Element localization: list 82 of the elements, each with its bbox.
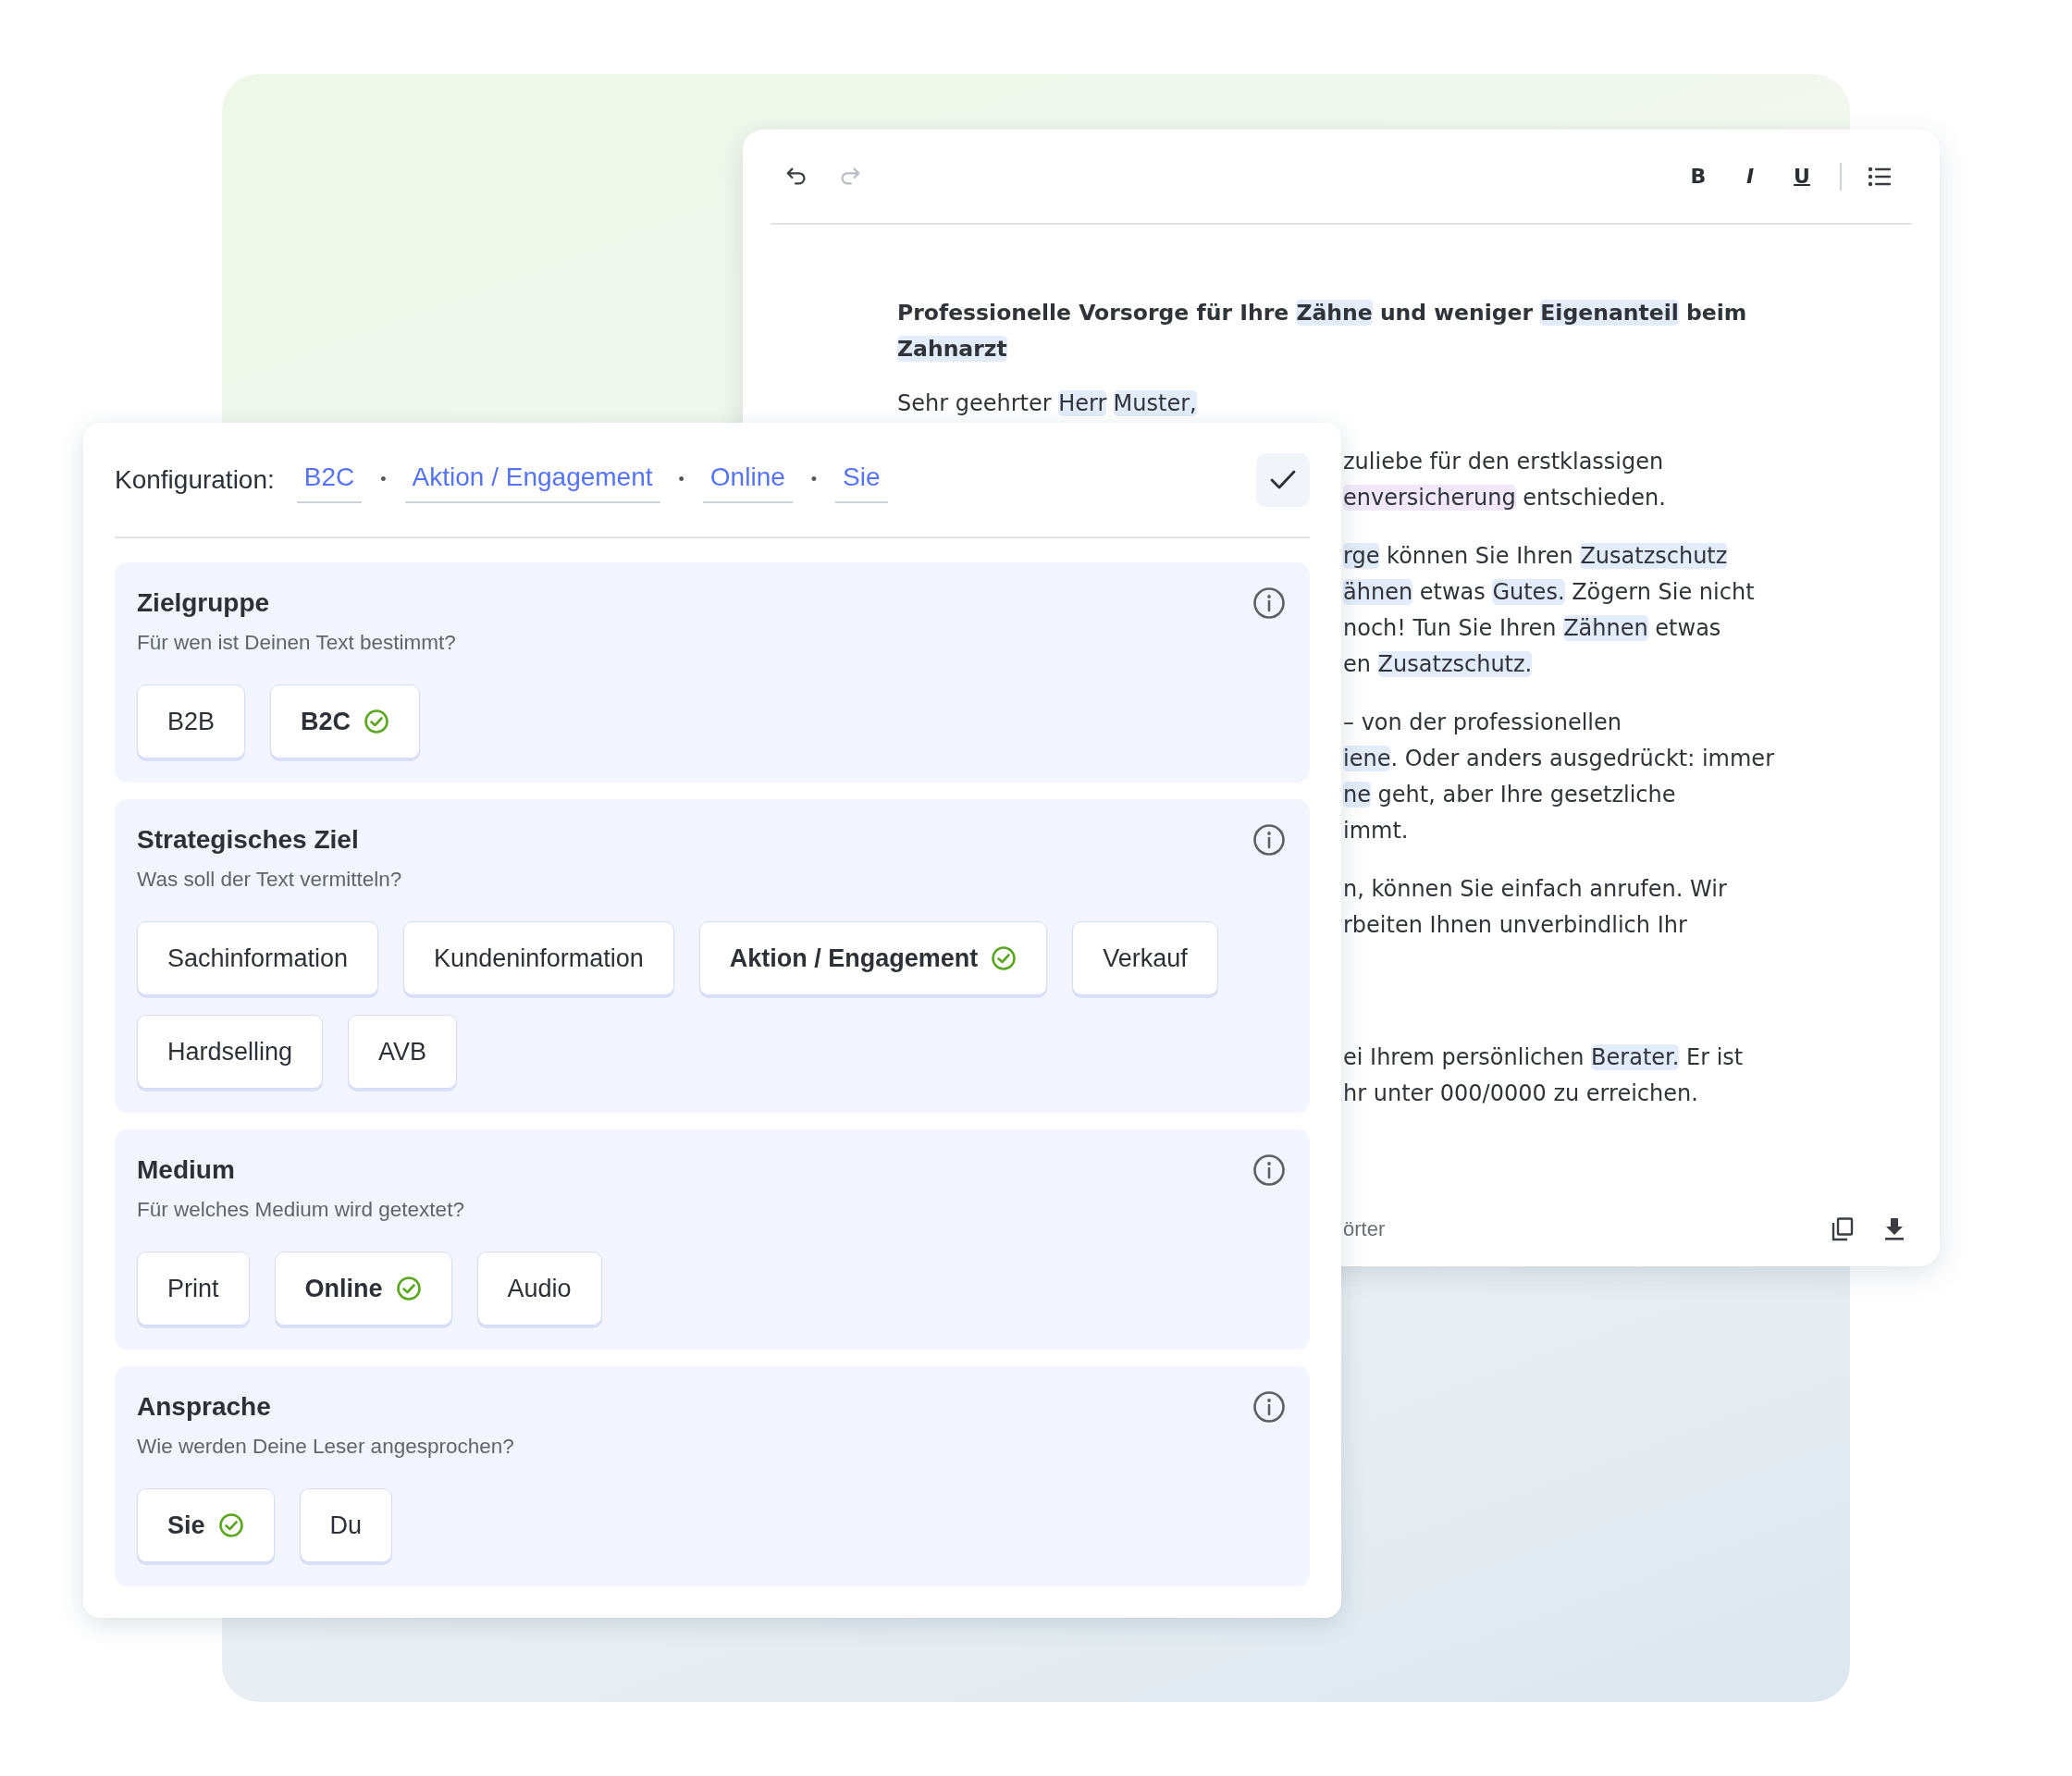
check-circle-icon — [991, 945, 1018, 971]
highlighted-word: ne — [1343, 782, 1371, 808]
highlighted-word: Muster, — [1113, 390, 1197, 416]
editor-text: beim — [1684, 300, 1747, 326]
summary-link[interactable]: Aktion / Engagement — [404, 456, 660, 503]
highlighted-word: Zusatzschutz. — [1377, 651, 1533, 677]
highlighted-word: Berater. — [1591, 1044, 1680, 1070]
check-circle-icon — [217, 1512, 244, 1538]
info-icon[interactable] — [1252, 586, 1286, 620]
info-icon[interactable] — [1252, 1390, 1286, 1424]
editor-text: etwas — [1418, 579, 1486, 605]
editor-text: geht, aber Ihre gesetzliche — [1376, 782, 1676, 808]
highlighted-word: ähnen — [1343, 579, 1413, 605]
option-button[interactable]: Verkauf — [1072, 921, 1218, 995]
highlighted-word: Zähnen — [1563, 615, 1648, 641]
summary-link[interactable]: Sie — [835, 456, 888, 503]
section-title: Strategisches Ziel — [137, 824, 359, 856]
underline-button[interactable]: U — [1788, 162, 1816, 191]
editor-text: noch! Tun Sie Ihren — [1343, 615, 1558, 641]
italic-button[interactable]: I — [1736, 162, 1764, 191]
highlighted-word: iene — [1343, 746, 1391, 771]
option-button[interactable]: Du — [299, 1488, 393, 1562]
section-question: Wie werden Deine Leser angesprochen? — [137, 1434, 514, 1460]
highlighted-word: Gutes. — [1492, 579, 1565, 605]
editor-text: hr unter 000/0000 zu erreichen. — [1343, 1080, 1698, 1106]
editor-text: en — [1343, 651, 1372, 677]
option-button[interactable]: B2C — [270, 684, 421, 758]
option-button[interactable]: Audio — [476, 1252, 602, 1326]
editor-text: Zögern Sie nicht — [1571, 579, 1755, 605]
section-title: Ansprache — [137, 1391, 271, 1423]
list-icon — [1868, 166, 1892, 187]
editor-text: immt. — [1343, 818, 1409, 844]
check-circle-icon — [364, 709, 390, 734]
separator-dot: • — [380, 470, 387, 489]
option-button[interactable]: Aktion / Engagement — [698, 921, 1048, 995]
editor-text: rbeiten Ihnen unverbindlich Ihr — [1343, 912, 1687, 938]
editor-text: zuliebe für den erstklassigen — [1343, 449, 1664, 475]
editor-text: Sehr geehrter — [897, 390, 1053, 416]
option-button[interactable]: Kundeninformation — [403, 921, 674, 995]
highlighted-word: Herr — [1058, 390, 1107, 416]
confirm-button[interactable] — [1256, 452, 1310, 507]
separator-dot: • — [810, 470, 818, 489]
highlighted-word: enversicherung — [1343, 485, 1516, 511]
configuration-label: Konfiguration: — [115, 464, 275, 495]
editor-text: – von der professionellen — [1343, 709, 1622, 735]
highlighted-word: Eigenanteil — [1540, 300, 1679, 326]
word-count: örter — [1343, 1217, 1386, 1241]
download-icon — [1884, 1217, 1905, 1241]
option-button[interactable]: AVB — [348, 1015, 458, 1089]
section-title: Medium — [137, 1154, 235, 1186]
editor-text: und weniger — [1378, 300, 1535, 326]
option-button[interactable]: Sachinformation — [137, 921, 379, 995]
option-button[interactable]: B2B — [137, 684, 246, 758]
editor-text: Er ist — [1685, 1044, 1744, 1070]
highlighted-word: Zahnarzt — [897, 336, 1007, 362]
editor-text: Professionelle Vorsorge für Ihre — [897, 300, 1290, 326]
editor-text: etwas — [1654, 615, 1721, 641]
check-circle-icon — [395, 1276, 422, 1301]
info-icon[interactable] — [1252, 1153, 1286, 1187]
option-button[interactable]: Online — [274, 1252, 452, 1326]
section-title: Zielgruppe — [137, 587, 270, 619]
highlighted-word: Zähne — [1296, 300, 1373, 326]
copy-icon — [1832, 1217, 1854, 1241]
summary-link[interactable]: B2C — [296, 456, 363, 503]
section-question: Für welches Medium wird getextet? — [137, 1197, 464, 1223]
bold-button[interactable]: B — [1684, 162, 1712, 191]
editor-text: entschieden. — [1522, 485, 1666, 511]
section-question: Was soll der Text vermitteln? — [137, 867, 402, 893]
checkmark-icon — [1269, 468, 1297, 491]
info-icon[interactable] — [1252, 823, 1286, 857]
editor-text: ei Ihrem persönlichen — [1343, 1044, 1585, 1070]
section-question: Für wen ist Deinen Text bestimmt? — [137, 630, 456, 656]
option-button[interactable]: Print — [137, 1252, 250, 1326]
option-button[interactable]: Sie — [137, 1488, 275, 1562]
summary-link[interactable]: Online — [702, 456, 793, 503]
editor-text: können Sie Ihren — [1386, 543, 1574, 569]
separator-dot: • — [678, 470, 684, 489]
option-button[interactable]: Hardselling — [137, 1015, 324, 1089]
editor-text: n, können Sie einfach anrufen. Wir — [1343, 876, 1727, 902]
highlighted-word: Zusatzschutz — [1580, 543, 1728, 569]
highlighted-word: rge — [1343, 543, 1380, 569]
editor-text: . Oder anders ausgedrückt: immer — [1390, 746, 1774, 771]
